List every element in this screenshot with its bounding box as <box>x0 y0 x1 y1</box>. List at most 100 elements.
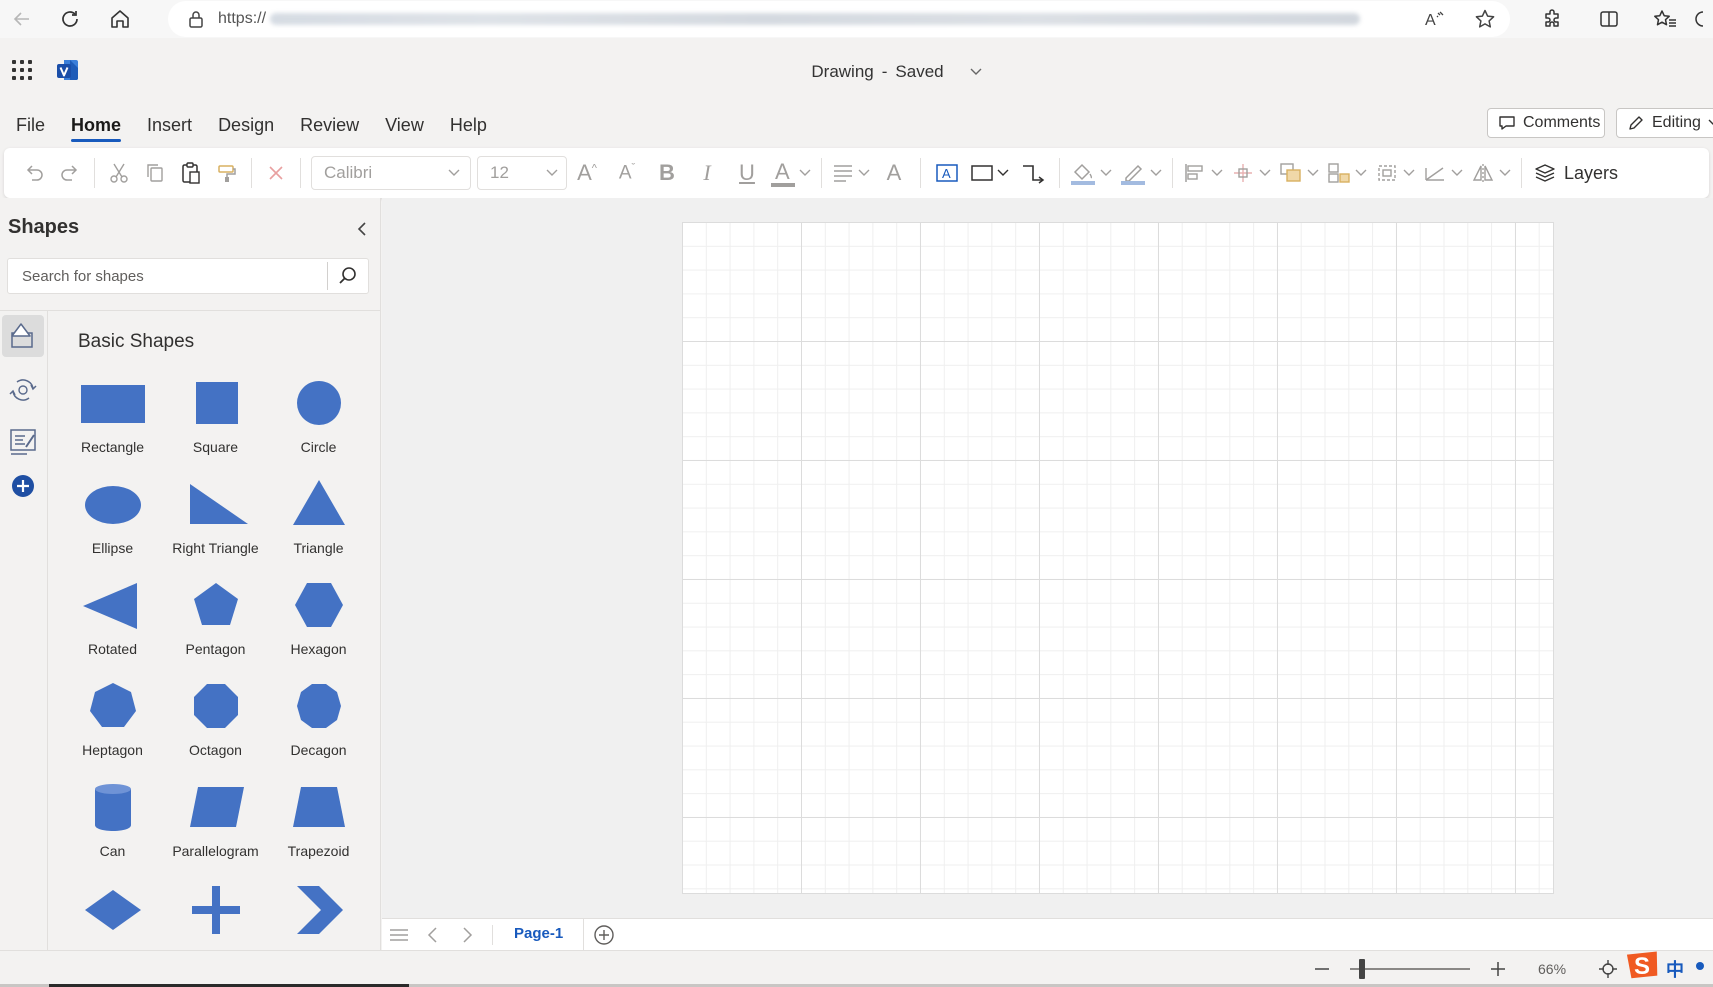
comments-button[interactable]: Comments <box>1487 108 1605 138</box>
fill-button[interactable] <box>1066 155 1116 191</box>
shape-item[interactable] <box>267 878 370 950</box>
line-button[interactable] <box>1116 155 1166 191</box>
tab-review[interactable]: Review <box>287 112 372 142</box>
lock-icon[interactable] <box>188 10 204 28</box>
font-family-select[interactable]: Calibri <box>311 156 471 190</box>
zoom-out-icon[interactable] <box>1312 959 1332 979</box>
copy-icon[interactable] <box>137 155 173 191</box>
split-screen-icon[interactable] <box>1581 0 1637 38</box>
address-bar[interactable]: https:// A <box>168 1 1510 37</box>
arrange-button[interactable] <box>1275 155 1323 191</box>
tab-design[interactable]: Design <box>205 112 287 142</box>
read-aloud-icon[interactable]: A <box>1410 1 1460 37</box>
document-title-button[interactable]: Drawing - Saved <box>731 62 982 82</box>
underline-button[interactable]: U <box>727 160 767 186</box>
shapes-button[interactable] <box>967 155 1013 191</box>
tab-file[interactable]: File <box>16 112 58 142</box>
zoom-in-icon[interactable] <box>1488 959 1508 979</box>
text-box-icon[interactable]: A <box>927 155 967 191</box>
bold-button[interactable]: B <box>647 160 687 186</box>
divider <box>1059 158 1060 188</box>
rotate-button[interactable] <box>1419 155 1467 191</box>
align-text-button[interactable] <box>828 155 874 191</box>
profile-icon[interactable] <box>1693 0 1713 38</box>
comments-label: Comments <box>1523 114 1601 131</box>
favorites-icon[interactable] <box>1637 0 1693 38</box>
shape-item[interactable] <box>61 878 164 950</box>
shape-item[interactable]: Rotated <box>61 575 164 676</box>
shape-item[interactable]: Triangle <box>267 474 370 575</box>
fit-to-window-icon[interactable] <box>1598 959 1618 979</box>
font-size-select[interactable]: 12 <box>477 156 567 190</box>
size-button[interactable] <box>1371 155 1419 191</box>
flowchart-stencil-icon[interactable] <box>2 421 44 463</box>
shape-item[interactable]: Square <box>164 373 267 474</box>
zoom-level[interactable]: 66% <box>1538 961 1566 977</box>
shape-item[interactable] <box>164 878 267 950</box>
ellipse-icon <box>73 474 153 534</box>
zoom-slider-thumb[interactable] <box>1359 959 1365 979</box>
ime-mode-label[interactable]: 中 <box>1666 956 1684 982</box>
tab-insert[interactable]: Insert <box>134 112 205 142</box>
shrink-font-button[interactable]: Aˇ <box>607 162 647 184</box>
delete-icon[interactable] <box>258 155 294 191</box>
search-input[interactable] <box>8 267 328 285</box>
ime-logo-icon[interactable]: S <box>1624 945 1662 983</box>
shape-item[interactable]: Hexagon <box>267 575 370 676</box>
previous-page-icon[interactable] <box>416 919 450 951</box>
collapse-panel-icon[interactable] <box>351 218 373 240</box>
layers-button[interactable]: Layers <box>1528 162 1624 184</box>
format-painter-icon[interactable] <box>209 155 245 191</box>
shape-item[interactable]: Octagon <box>164 676 267 777</box>
tab-view[interactable]: View <box>372 112 437 142</box>
redo-icon[interactable] <box>52 155 88 191</box>
shape-item[interactable]: Heptagon <box>61 676 164 777</box>
align-shapes-button[interactable] <box>1179 155 1227 191</box>
tab-help[interactable]: Help <box>437 112 500 142</box>
editing-mode-button[interactable]: Editing <box>1616 108 1713 138</box>
canvas-area[interactable] <box>382 198 1713 918</box>
back-arrow-icon[interactable] <box>0 0 44 38</box>
search-icon[interactable] <box>328 266 368 286</box>
shape-item[interactable]: Right Triangle <box>164 474 267 575</box>
shape-item[interactable]: Circle <box>267 373 370 474</box>
visio-logo-icon[interactable] <box>56 58 80 82</box>
refresh-icon[interactable] <box>48 0 92 38</box>
text-size-icon: A <box>886 160 902 185</box>
extensions-icon[interactable] <box>1525 0 1581 38</box>
shape-item[interactable]: Parallelogram <box>164 777 267 878</box>
group-button[interactable] <box>1323 155 1371 191</box>
can-icon <box>73 777 153 837</box>
shape-item[interactable]: Ellipse <box>61 474 164 575</box>
italic-button[interactable]: I <box>687 160 727 186</box>
paste-icon[interactable] <box>173 155 209 191</box>
favorite-star-icon[interactable] <box>1460 1 1510 37</box>
connector-icon[interactable] <box>1013 155 1053 191</box>
tab-home[interactable]: Home <box>58 112 134 142</box>
cycle-stencil-icon[interactable] <box>2 369 44 411</box>
add-page-icon[interactable] <box>584 924 624 946</box>
undo-icon[interactable] <box>16 155 52 191</box>
home-icon[interactable] <box>98 0 142 38</box>
align-left-icon <box>1183 162 1207 184</box>
next-page-icon[interactable] <box>450 919 484 951</box>
text-size-button[interactable]: A <box>874 160 914 186</box>
basic-shapes-stencil-icon[interactable] <box>2 315 44 357</box>
shape-item[interactable]: Can <box>61 777 164 878</box>
add-stencil-icon[interactable] <box>2 465 44 507</box>
cut-icon[interactable] <box>101 155 137 191</box>
flip-button[interactable] <box>1467 155 1515 191</box>
font-color-button[interactable]: A <box>767 155 815 191</box>
grow-font-button[interactable]: A^ <box>567 160 607 186</box>
drawing-page[interactable] <box>682 222 1554 894</box>
shape-item[interactable]: Trapezoid <box>267 777 370 878</box>
shape-item[interactable]: Rectangle <box>61 373 164 474</box>
position-button[interactable] <box>1227 155 1275 191</box>
shape-item[interactable]: Decagon <box>267 676 370 777</box>
shape-item[interactable]: Pentagon <box>164 575 267 676</box>
page-tab[interactable]: Page-1 <box>491 918 585 951</box>
all-pages-menu-icon[interactable] <box>382 919 416 951</box>
zoom-slider-track[interactable] <box>1350 968 1470 970</box>
app-launcher-icon[interactable] <box>10 58 34 82</box>
shape-grid: Rectangle Square Circle Ellipse Right Triang… <box>61 373 371 950</box>
